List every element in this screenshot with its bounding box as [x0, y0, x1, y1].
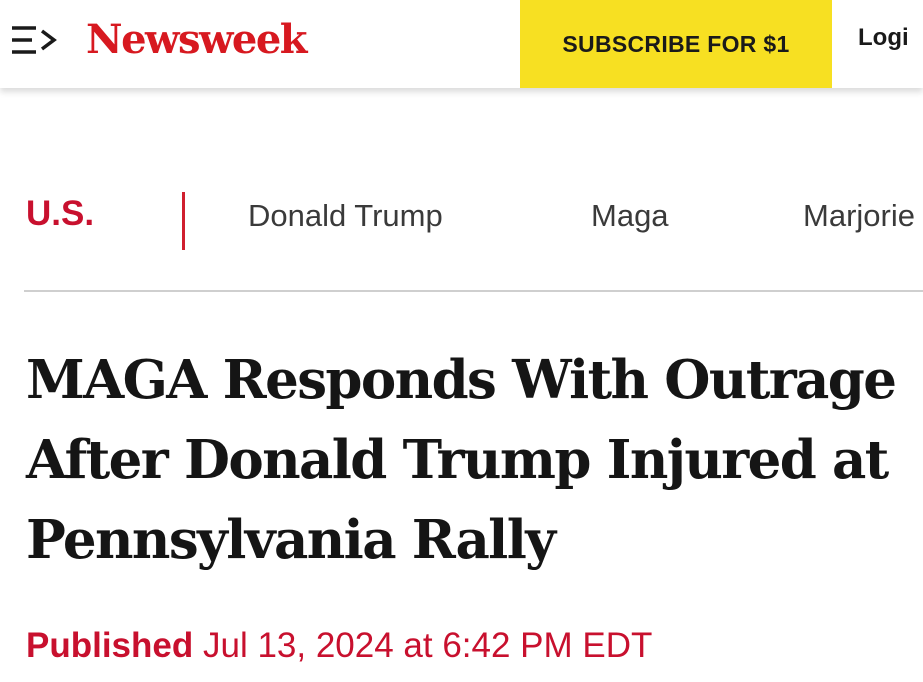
nav-divider [182, 192, 185, 250]
article-headline: MAGA Responds With Outrage After Donald … [26, 349, 897, 571]
menu-button[interactable] [10, 20, 64, 64]
tag-link-marjorie[interactable]: Marjorie [803, 198, 915, 234]
site-header: Newsweek SUBSCRIBE FOR $1 Logi [0, 0, 923, 88]
section-link-us[interactable]: U.S. [26, 194, 94, 234]
newsweek-logo[interactable]: Newsweek [86, 10, 308, 70]
publish-dateline: Published Jul 13, 2024 at 6:42 PM EDT [26, 626, 652, 666]
login-button[interactable]: Logi [858, 0, 909, 88]
tag-link-maga[interactable]: Maga [591, 198, 669, 234]
tag-link-donald-trump[interactable]: Donald Trump [248, 198, 443, 234]
published-date: Jul 13, 2024 at 6:42 PM EDT [202, 626, 653, 665]
section-divider [24, 290, 923, 292]
category-nav: U.S. Donald Trump Maga Marjorie [0, 188, 923, 252]
subscribe-button[interactable]: SUBSCRIBE FOR $1 [520, 0, 832, 88]
menu-arrow-icon [10, 20, 64, 64]
published-label: Published [26, 626, 194, 665]
